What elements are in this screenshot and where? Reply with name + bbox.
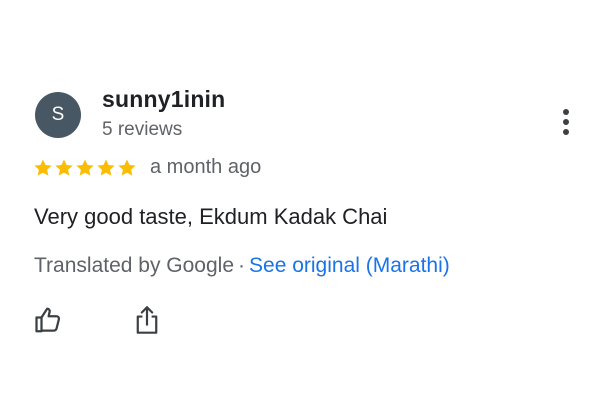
avatar-initial: S (51, 104, 65, 125)
star-icon (97, 159, 115, 176)
more-vertical-icon (563, 109, 569, 135)
avatar[interactable]: S (35, 92, 81, 138)
share-icon (136, 306, 158, 334)
translated-by-label: Translated by Google (34, 254, 235, 277)
review-time: a month ago (150, 156, 262, 178)
star-icon (76, 159, 94, 176)
review-text: Very good taste, Ekdum Kadak Chai (34, 204, 388, 229)
more-options-button[interactable] (552, 104, 580, 140)
separator-dot: · (238, 254, 246, 277)
share-button[interactable] (130, 303, 164, 337)
star-icon (118, 159, 136, 176)
star-rating (33, 155, 138, 181)
like-button[interactable] (32, 303, 66, 337)
translation-line: Translated by Google · See original (Marat… (34, 254, 450, 278)
author-reviews-count: 5 reviews (102, 119, 183, 140)
star-icon (55, 159, 73, 176)
review-card: S sunny1inin 5 reviews a month ago Very … (0, 0, 600, 400)
star-icon (34, 159, 52, 176)
thumbs-up-icon (35, 307, 61, 333)
author-name[interactable]: sunny1inin (102, 86, 225, 113)
see-original-link[interactable]: See original (Marathi) (249, 254, 450, 277)
